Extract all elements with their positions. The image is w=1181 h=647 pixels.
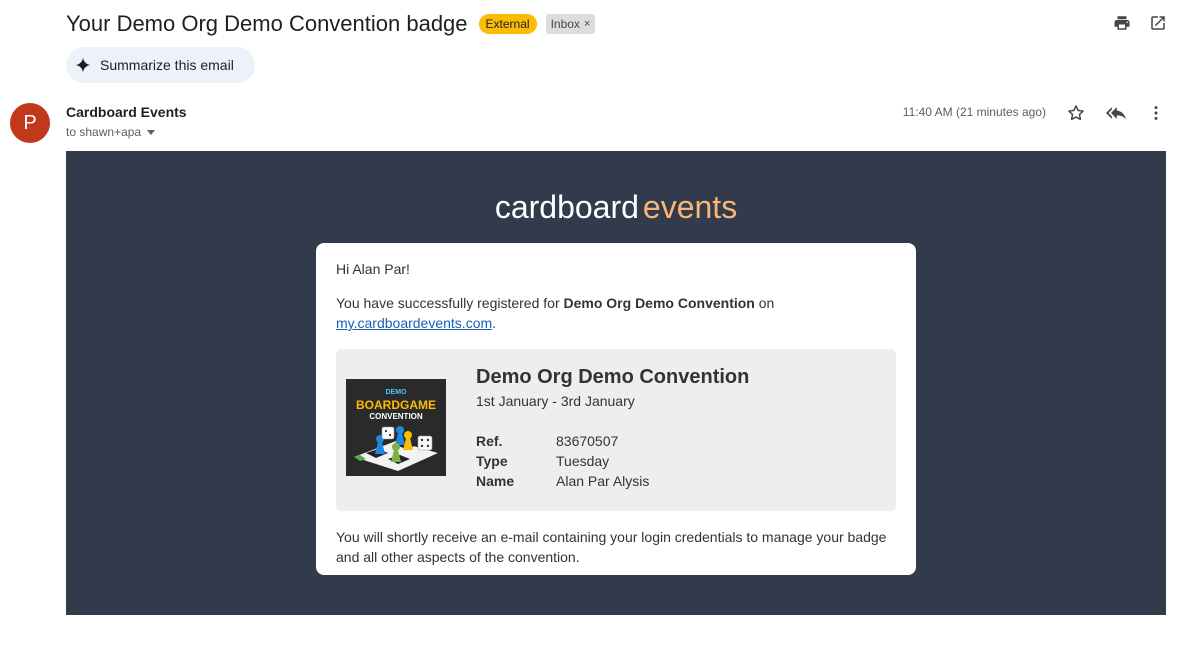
event-title: Demo Org Demo Convention — [476, 366, 750, 388]
registration-text: You have successfully registered for Dem… — [336, 293, 896, 333]
detail-row-name: Name Alan Par Alysis — [476, 471, 649, 491]
email-card: Hi Alan Par! You have successfully regis… — [316, 243, 916, 575]
cardboardevents-link[interactable]: my.cardboardevents.com — [336, 315, 492, 331]
print-icon[interactable] — [1113, 14, 1131, 32]
reg-suffix: on — [754, 295, 775, 311]
detail-row-type: Type Tuesday — [476, 451, 649, 471]
detail-key: Ref. — [476, 433, 503, 449]
brand-part1: cardboard — [494, 189, 639, 225]
detail-key: Name — [476, 473, 515, 489]
convention-logo-image: DEMO BOARDGAME CONVENTION — [346, 379, 446, 476]
logo-line1: DEMO — [386, 389, 408, 396]
summarize-label: Summarize this email — [100, 57, 234, 73]
sparkle-icon — [74, 56, 92, 74]
detail-key: Type — [476, 453, 508, 469]
email-body: cardboard events Hi Alan Par! You have su… — [66, 151, 1166, 615]
event-details-box: DEMO BOARDGAME CONVENTION Demo Org Demo … — [336, 349, 896, 511]
sender-avatar[interactable]: P — [10, 103, 50, 143]
recipient-line: to shawn+apa — [66, 125, 156, 139]
reg-event-name: Demo Org Demo Convention — [563, 295, 755, 311]
reply-all-icon[interactable] — [1106, 103, 1126, 123]
thread-actions — [1113, 14, 1167, 32]
recipient-text: to shawn+apa — [66, 125, 142, 139]
external-label: External — [478, 14, 537, 34]
star-icon[interactable] — [1066, 103, 1086, 123]
inbox-label-text: Inbox — [550, 17, 580, 31]
detail-value: Alan Par Alysis — [556, 473, 650, 489]
email-subject: Your Demo Org Demo Convention badge — [66, 11, 468, 36]
greeting: Hi Alan Par! — [336, 261, 410, 277]
remove-label-button[interactable]: × — [584, 16, 590, 32]
subject-row: Your Demo Org Demo Convention badge Exte… — [66, 10, 596, 38]
brand-part2: events — [642, 189, 738, 225]
summarize-email-button[interactable]: Summarize this email — [66, 47, 255, 83]
reg-end: . — [492, 315, 497, 331]
detail-value: Tuesday — [556, 453, 610, 469]
event-dates: 1st January - 3rd January — [476, 393, 635, 409]
footer-text: You will shortly receive an e-mail conta… — [336, 529, 887, 565]
message-actions — [1066, 103, 1166, 123]
logo-line3: CONVENTION — [369, 412, 423, 421]
message-timestamp: 11:40 AM (21 minutes ago) — [902, 105, 1046, 119]
detail-row-ref: Ref. 83670507 — [476, 431, 649, 451]
badge-details: Ref. 83670507 Type Tuesday Name Alan Par… — [476, 431, 649, 491]
more-vert-icon[interactable] — [1146, 103, 1166, 123]
show-details-icon[interactable] — [147, 129, 156, 135]
open-in-new-window-icon[interactable] — [1149, 14, 1167, 32]
reg-prefix: You have successfully registered for — [336, 295, 564, 311]
sender-name[interactable]: Cardboard Events — [66, 104, 187, 120]
detail-value: 83670507 — [556, 433, 619, 449]
logo-line2: BOARDGAME — [356, 398, 436, 412]
inbox-label: Inbox × — [545, 14, 596, 34]
brand-logo: cardboard events — [66, 189, 1166, 226]
